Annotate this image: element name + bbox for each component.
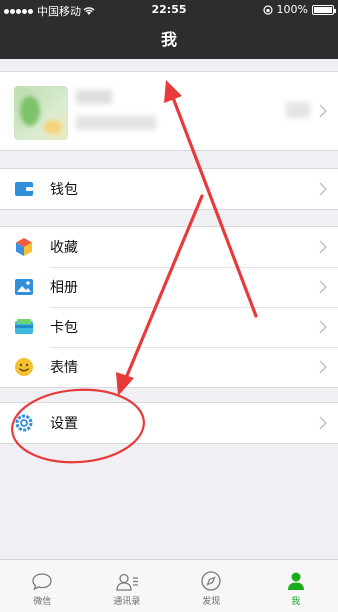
content-group: 收藏 相册 卡包 表情 <box>0 226 338 388</box>
menu-label-cards: 卡包 <box>50 320 78 336</box>
tab-me[interactable]: 我 <box>254 560 338 612</box>
chevron-right-icon <box>319 280 328 294</box>
profile-card[interactable] <box>0 71 338 151</box>
tab-bar: 微信 通讯录 发现 我 <box>0 559 338 612</box>
rotation-lock-icon <box>262 4 273 15</box>
gear-icon <box>14 413 34 433</box>
tab-label: 发现 <box>202 597 221 607</box>
picture-icon <box>14 277 34 297</box>
chevron-right-icon <box>319 360 328 374</box>
wallet-group: 钱包 <box>0 168 338 210</box>
menu-item-wallet[interactable]: 钱包 <box>0 169 338 209</box>
page-title: 我 <box>0 20 338 59</box>
menu-item-cards[interactable]: 卡包 <box>0 307 338 347</box>
menu-label-settings: 设置 <box>50 416 78 432</box>
chat-bubble-icon <box>32 573 52 591</box>
chevron-right-icon <box>319 416 328 430</box>
menu-item-favorites[interactable]: 收藏 <box>0 227 338 267</box>
contacts-icon <box>116 573 138 591</box>
settings-group: 设置 <box>0 402 338 444</box>
battery-icon <box>312 4 336 15</box>
wechat-id-blurred <box>76 116 156 130</box>
status-bar: 中国移动 22:55 100% <box>0 0 338 20</box>
smile-icon <box>14 357 34 377</box>
tab-label: 微信 <box>33 597 52 607</box>
status-right: 100% <box>262 3 336 16</box>
menu-item-album[interactable]: 相册 <box>0 267 338 307</box>
wechat-me-screen: 中国移动 22:55 100% 我 钱包 收藏 相册 卡包 表情 设置 微信 通… <box>0 0 338 612</box>
menu-label-stickers: 表情 <box>50 360 78 376</box>
menu-label-album: 相册 <box>50 280 78 296</box>
card-icon <box>14 317 34 337</box>
tab-discover[interactable]: 发现 <box>169 560 254 612</box>
tab-chats[interactable]: 微信 <box>0 560 85 612</box>
compass-icon <box>201 571 221 591</box>
wallet-icon <box>14 179 34 199</box>
chevron-right-icon <box>319 320 328 334</box>
qrcode-blurred[interactable] <box>286 102 310 118</box>
chevron-right-icon <box>319 182 328 196</box>
menu-item-settings[interactable]: 设置 <box>0 403 338 443</box>
tab-label: 我 <box>291 597 301 607</box>
menu-label-wallet: 钱包 <box>50 182 78 198</box>
menu-label-favorites: 收藏 <box>50 240 78 256</box>
chevron-right-icon <box>319 104 328 118</box>
tab-label: 通讯录 <box>113 597 141 607</box>
cube-icon <box>14 237 34 257</box>
menu-item-stickers[interactable]: 表情 <box>0 347 338 387</box>
nickname-blurred <box>76 90 112 104</box>
person-icon <box>287 572 304 590</box>
avatar[interactable] <box>14 86 68 140</box>
battery-percent: 100% <box>276 3 308 16</box>
chevron-right-icon <box>319 240 328 254</box>
tab-contacts[interactable]: 通讯录 <box>85 560 170 612</box>
